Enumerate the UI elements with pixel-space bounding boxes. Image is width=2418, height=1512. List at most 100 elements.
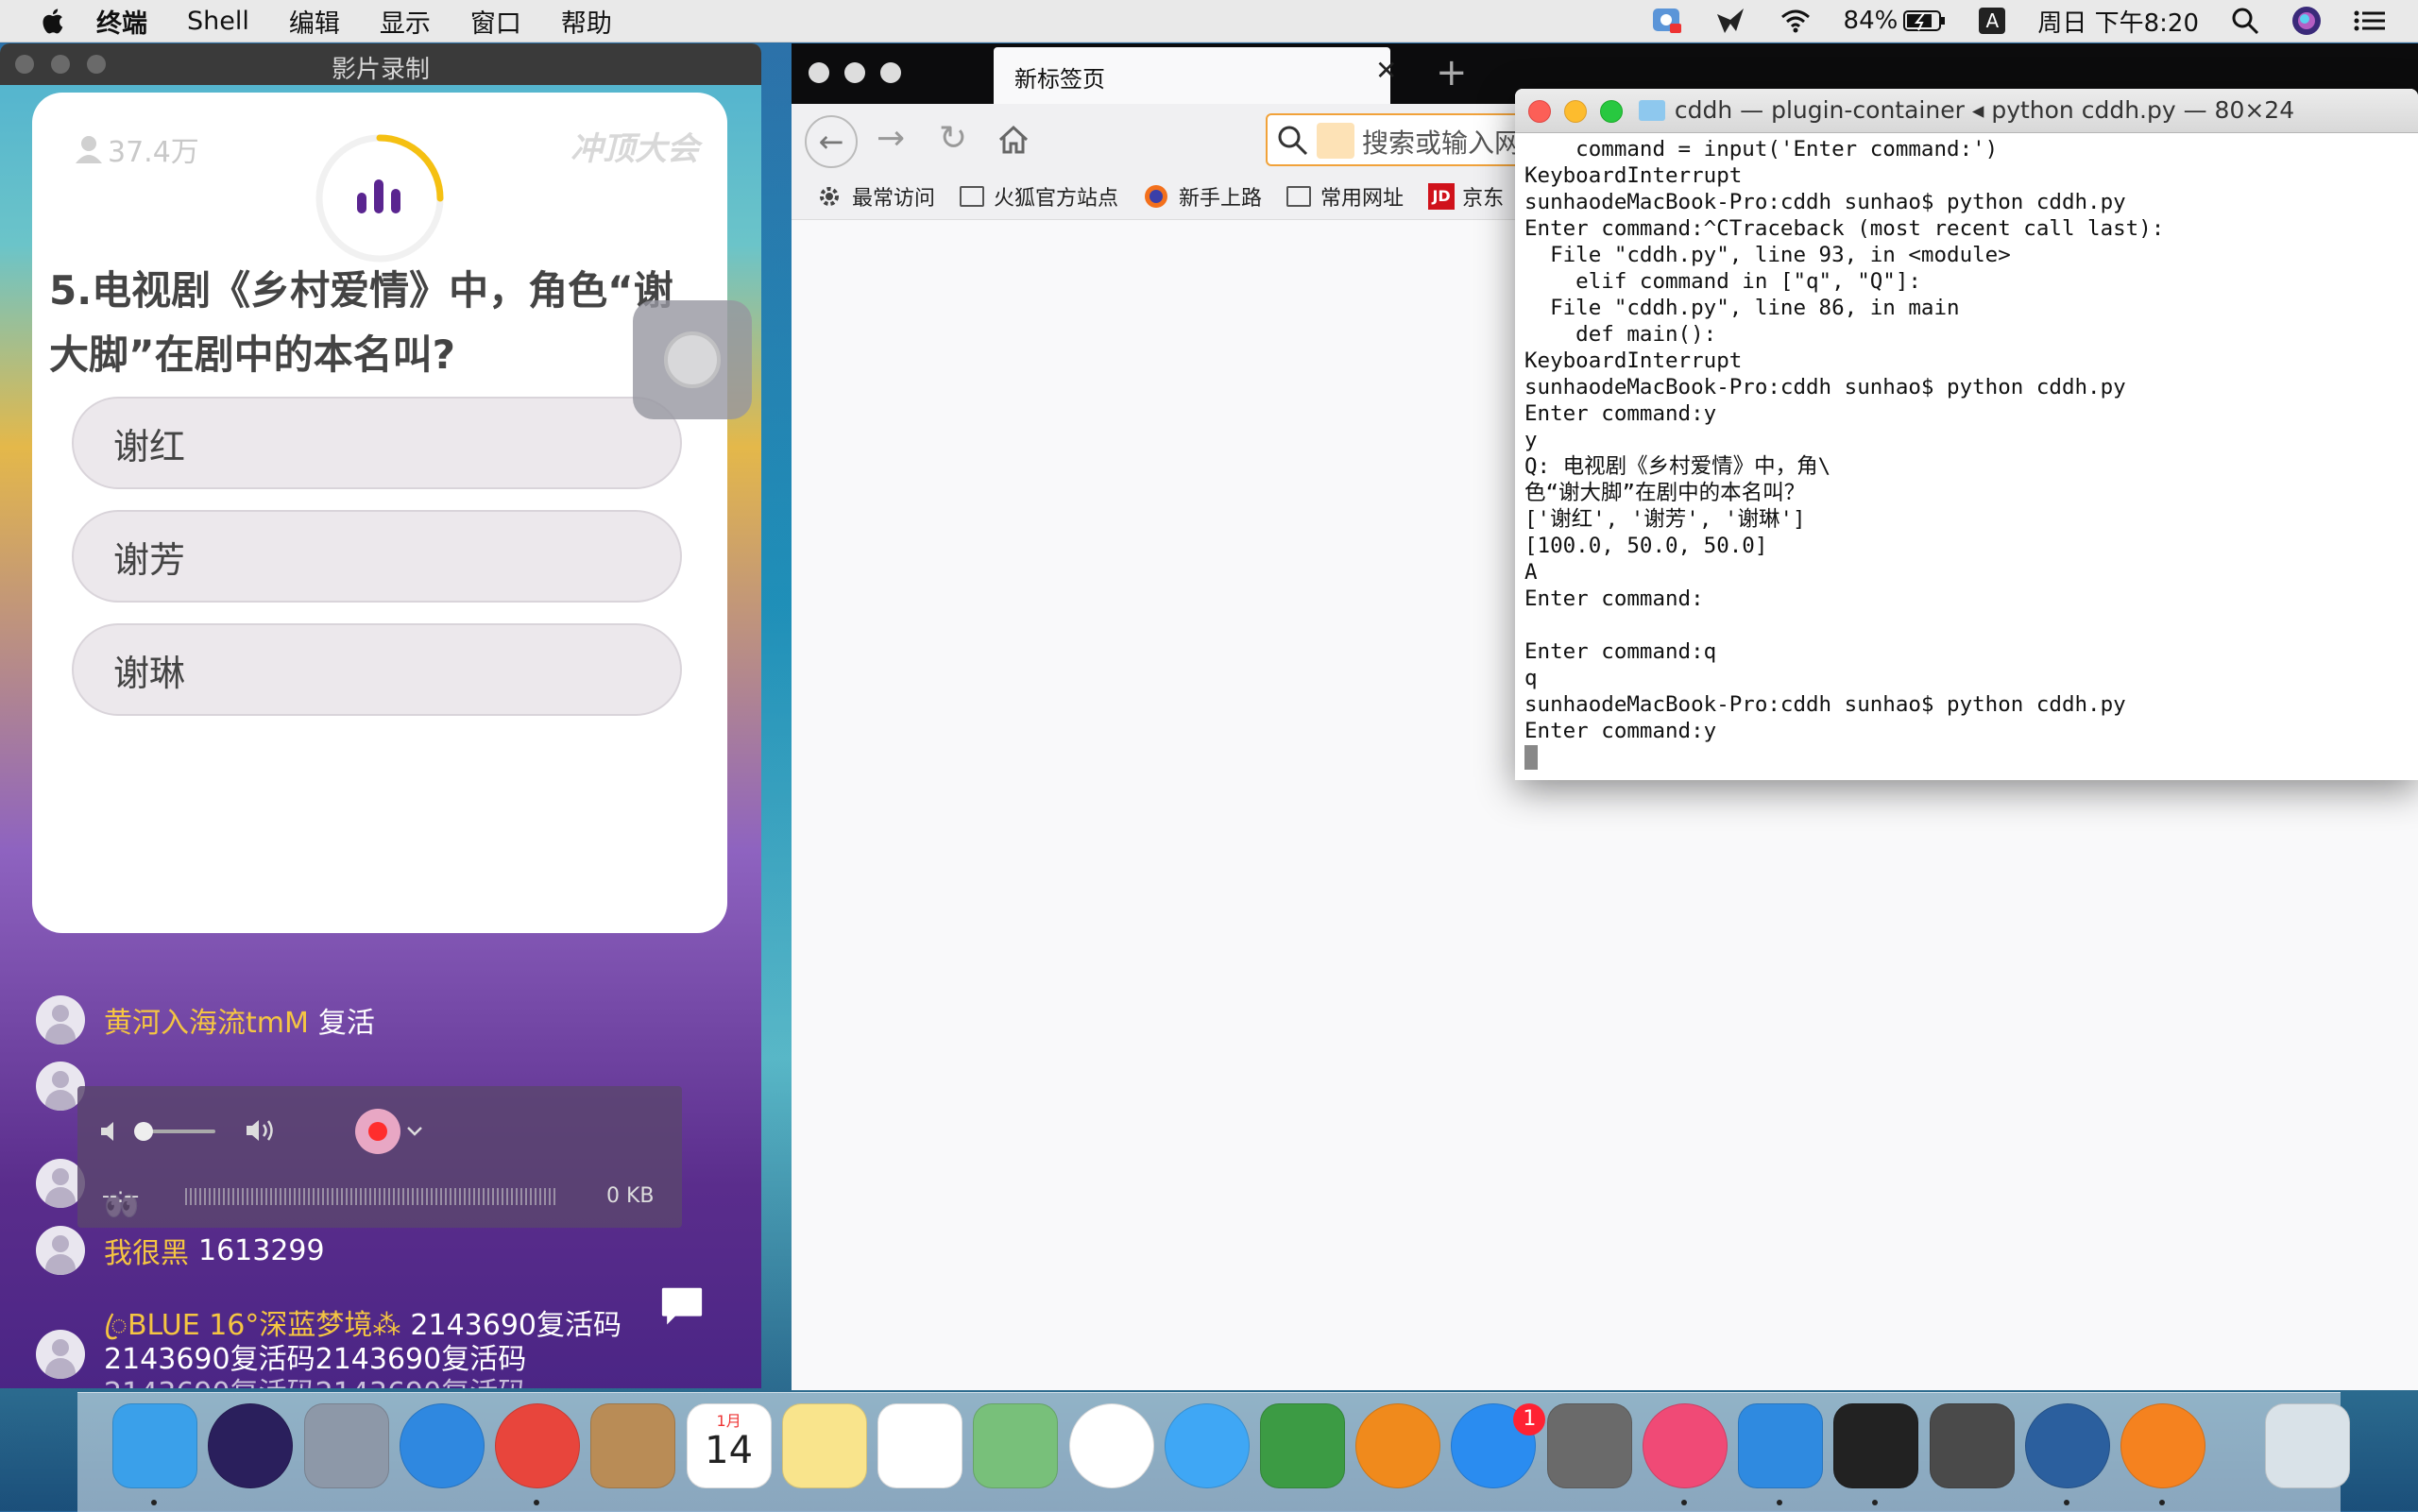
dock-safari-icon[interactable] — [399, 1403, 485, 1488]
dock-reminders-icon[interactable] — [877, 1403, 963, 1488]
avatar — [36, 995, 85, 1045]
menu-window[interactable]: 窗口 — [470, 3, 521, 40]
chat-bubble-icon[interactable] — [657, 1286, 707, 1328]
user-icon — [76, 136, 102, 163]
dock-chrome-icon[interactable] — [495, 1403, 581, 1488]
comment-item: ꦿBLUE 16°深蓝梦境⁂ 2143690复活码 2143690复活码21436… — [36, 1309, 622, 1388]
spotlight-icon[interactable] — [2231, 7, 2259, 35]
dock-terminal-icon[interactable] — [1833, 1403, 1919, 1488]
bookmark-common-sites[interactable]: 常用网址 — [1286, 181, 1404, 212]
notification-center-icon[interactable] — [2354, 9, 2386, 32]
apple-menu-icon[interactable] — [40, 7, 64, 35]
running-indicator — [2158, 1500, 2165, 1505]
bookmark-label: 常用网址 — [1320, 187, 1405, 211]
new-tab-icon[interactable]: + — [1436, 51, 1468, 94]
comment-item: 黄河入海流tmM 复活 — [36, 995, 375, 1045]
folder-icon — [960, 186, 985, 207]
dock-photos-icon[interactable] — [1068, 1403, 1154, 1488]
comment-item: 我很黑 1613299 — [36, 1226, 325, 1275]
bird-status-icon[interactable] — [1715, 7, 1747, 35]
dock-xcode-bird-icon[interactable] — [1738, 1403, 1824, 1488]
dock-messages-icon[interactable] — [1164, 1403, 1250, 1488]
comment-text: 1613299 — [198, 1233, 325, 1267]
bookmark-jd[interactable]: JD 京东 — [1428, 181, 1504, 212]
dock-sublime-text-icon[interactable] — [1929, 1403, 2015, 1488]
terminal-line: y — [1524, 428, 1538, 452]
battery-percent[interactable]: 84% — [1844, 7, 1899, 35]
answer-option-c[interactable]: 谢琳 — [72, 623, 682, 716]
dock-trash-icon[interactable] — [2265, 1403, 2351, 1488]
screen-recorder-icon[interactable] — [1651, 7, 1683, 35]
menu-help[interactable]: 帮助 — [561, 3, 612, 40]
jd-icon: JD — [1428, 183, 1456, 210]
dock-finder-icon[interactable] — [112, 1403, 198, 1488]
answer-option-a[interactable]: 谢红 — [72, 397, 682, 489]
volume-slider-knob[interactable] — [134, 1122, 153, 1141]
recording-file-size: 0 KB — [606, 1184, 655, 1208]
terminal-line: Enter command:^CTraceback (most recent c… — [1524, 216, 2165, 241]
menu-view[interactable]: 显示 — [380, 3, 431, 40]
home-icon[interactable] — [997, 125, 1030, 155]
comment-user: ꦿBLUE 16°深蓝梦境⁂ — [104, 1309, 401, 1342]
answer-option-b[interactable]: 谢芳 — [72, 510, 682, 603]
dock-numbers-icon[interactable] — [1259, 1403, 1345, 1488]
wifi-icon[interactable] — [1779, 8, 1812, 33]
menu-shell[interactable]: Shell — [187, 7, 249, 36]
battery-icon[interactable] — [1903, 9, 1947, 32]
avatar — [36, 1330, 85, 1379]
dock-contacts-icon[interactable] — [590, 1403, 676, 1488]
dock-siri-icon[interactable] — [208, 1403, 294, 1488]
terminal-line: Q: 电视剧《乡村爱情》中，角\ — [1524, 454, 1831, 479]
bookmark-getting-started[interactable]: 新手上路 — [1143, 181, 1262, 212]
dock-launchpad-icon[interactable] — [303, 1403, 389, 1488]
record-button[interactable] — [355, 1109, 400, 1154]
terminal-line: elif command in ["q", "Q"]: — [1524, 269, 1921, 294]
dock-maps-icon[interactable] — [973, 1403, 1059, 1488]
bookmark-firefox-official[interactable]: 火狐官方站点 — [960, 181, 1118, 212]
countdown-ring — [315, 134, 444, 263]
zoom-button[interactable] — [880, 62, 901, 83]
viewer-count-value: 37.4万 — [108, 136, 199, 169]
siri-icon[interactable] — [2291, 6, 2322, 36]
dock-system-preferences-icon[interactable] — [1546, 1403, 1632, 1488]
assistive-touch-button[interactable] — [633, 300, 752, 419]
sound-bars-icon — [357, 179, 400, 213]
dock-firefox-icon[interactable] — [2120, 1403, 2205, 1488]
dock-calendar-icon[interactable]: 1月 14 — [686, 1403, 772, 1488]
bookmark-label: 京东 — [1462, 187, 1505, 211]
dock-notes-icon[interactable] — [781, 1403, 867, 1488]
terminal-line: q — [1524, 666, 1538, 690]
terminal-line: File "cddh.py", line 86, in main — [1524, 296, 1960, 320]
terminal-line: 色“谢大脚”在剧中的本名叫？ — [1524, 481, 1806, 505]
firefox-icon — [1145, 185, 1168, 208]
tab-title: 新标签页 — [1014, 66, 1105, 93]
tab-close-icon[interactable]: ✕ — [1375, 55, 1397, 86]
back-button[interactable]: ← — [805, 115, 858, 168]
close-button[interactable] — [809, 62, 829, 83]
terminal-output[interactable]: command = input('Enter command:') Keyboar… — [1524, 136, 2164, 771]
running-indicator — [1680, 1500, 1687, 1505]
minimize-button[interactable] — [844, 62, 865, 83]
terminal-line: command = input('Enter command:') — [1524, 137, 1999, 161]
movie-recording-window: 影片录制 37.4万 冲顶大会 5.电视剧《乡村爱情》中，角色“谢大脚”在剧中的… — [0, 43, 761, 1388]
reload-icon[interactable]: ↻ — [939, 119, 967, 158]
terminal-line: KeyboardInterrupt — [1524, 163, 1743, 188]
dock-itunes-icon[interactable] — [1642, 1403, 1728, 1488]
clock[interactable]: 周日 下午8:20 — [2037, 4, 2199, 39]
volume-high-icon — [247, 1120, 273, 1141]
dock-ibooks-icon[interactable] — [1355, 1403, 1441, 1488]
comment-user: 我很黑 — [104, 1237, 189, 1270]
terminal-line: Enter command:y — [1524, 719, 1717, 743]
terminal-line: File "cddh.py", line 93, in <module> — [1524, 243, 2011, 267]
quiz-card: 37.4万 冲顶大会 5.电视剧《乡村爱情》中，角色“谢大脚”在剧中的本名叫? … — [32, 93, 727, 933]
forward-icon[interactable]: → — [877, 119, 905, 158]
menu-edit[interactable]: 编辑 — [289, 3, 340, 40]
bookmark-most-visited[interactable]: 最常访问 — [816, 181, 935, 212]
input-method-icon[interactable]: A — [1979, 8, 2006, 34]
dock-quicktime-icon[interactable] — [2024, 1403, 2110, 1488]
chevron-down-icon[interactable] — [406, 1126, 423, 1137]
menu-app-name[interactable]: 终端 — [96, 3, 147, 40]
terminal-line: sunhaodeMacBook-Pro:cddh sunhao$ python … — [1524, 190, 2126, 214]
terminal-titlebar: cddh — plugin-container ◂ python cddh.py… — [1515, 89, 2418, 133]
search-engine-icon[interactable] — [1317, 123, 1354, 159]
